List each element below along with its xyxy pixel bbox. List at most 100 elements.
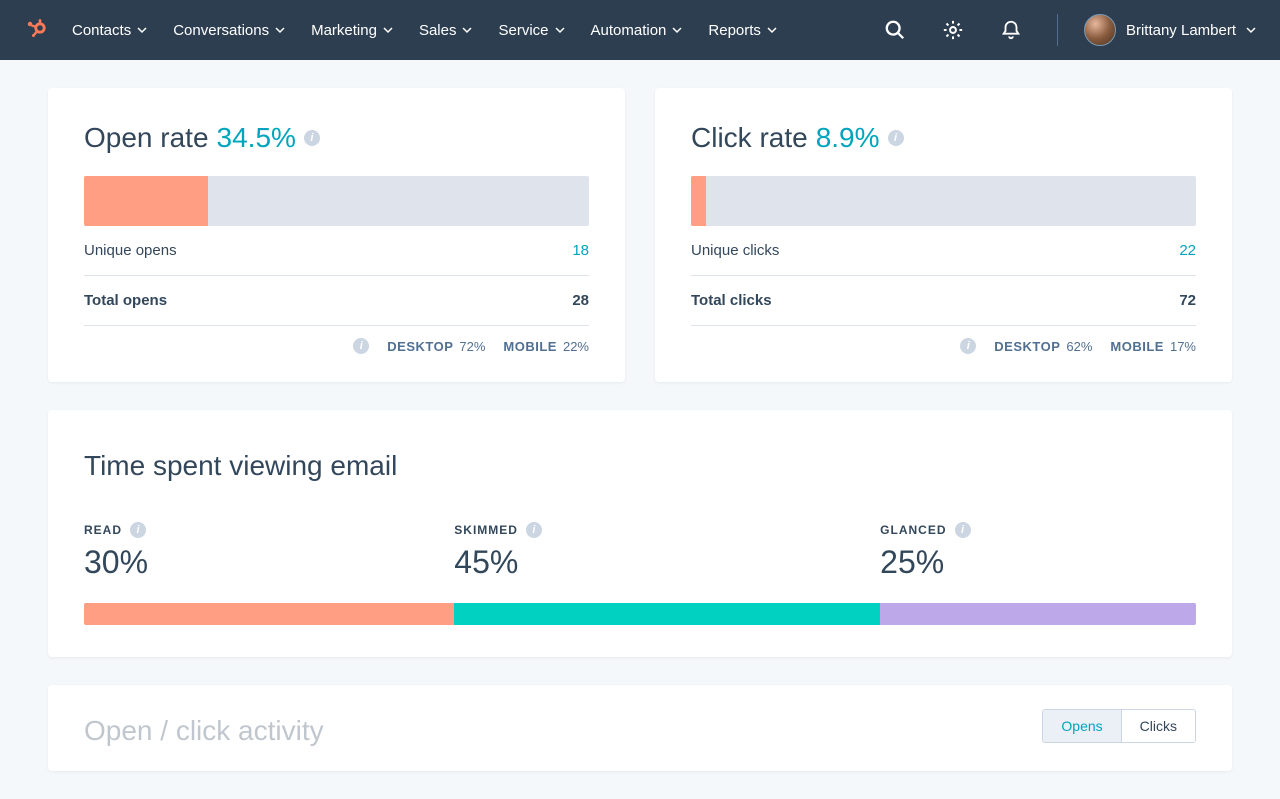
open-rate-title: Open rate 34.5% i [84,122,589,154]
mobile-group: MOBILE 22% [503,339,589,354]
chevron-down-icon [383,25,393,35]
open-rate-bar [84,176,589,226]
info-icon[interactable]: i [955,522,971,538]
read-value: 30% [84,544,454,581]
total-clicks-row: Total clicks 72 [691,276,1196,326]
total-clicks-value: 72 [1179,292,1196,309]
open-rate-label: Open rate [84,122,209,154]
open-rate-value: 34.5% [217,122,296,154]
time-spent-stacked-bar [84,603,1196,625]
nav-label: Reports [708,22,761,39]
nav-conversations[interactable]: Conversations [173,22,285,39]
desktop-value: 72% [459,339,485,354]
bar-glanced [880,603,1196,625]
desktop-group: DESKTOP 62% [994,339,1092,354]
user-name: Brittany Lambert [1126,22,1236,39]
mobile-group: MOBILE 17% [1110,339,1196,354]
click-rate-bar-fill [691,176,706,226]
glanced-label: GLANCED [880,523,946,537]
chevron-down-icon [137,25,147,35]
chevron-down-icon [275,25,285,35]
nav-marketing[interactable]: Marketing [311,22,393,39]
top-nav: Contacts Conversations Marketing Sales S… [0,0,1280,60]
read-label: READ [84,523,122,537]
chevron-down-icon [767,25,777,35]
hubspot-logo-icon[interactable] [24,18,48,42]
skimmed-value: 45% [454,544,880,581]
open-rate-device-row: i DESKTOP 72% MOBILE 22% [84,326,589,354]
info-icon[interactable]: i [130,522,146,538]
bar-skimmed [454,603,880,625]
nav-label: Sales [419,22,457,39]
search-icon[interactable] [875,10,915,50]
unique-opens-value[interactable]: 18 [572,242,589,259]
gear-icon[interactable] [933,10,973,50]
click-rate-value: 8.9% [816,122,880,154]
click-rate-bar [691,176,1196,226]
total-opens-label: Total opens [84,292,167,309]
desktop-label: DESKTOP [387,339,453,354]
nav-reports[interactable]: Reports [708,22,777,39]
nav-label: Conversations [173,22,269,39]
activity-card: Open / click activity Opens Clicks [48,685,1232,771]
mobile-value: 17% [1170,339,1196,354]
chevron-down-icon [672,25,682,35]
unique-opens-label: Unique opens [84,242,177,259]
unique-opens-row: Unique opens 18 [84,226,589,276]
nav-service[interactable]: Service [498,22,564,39]
info-icon[interactable]: i [353,338,369,354]
chevron-down-icon [555,25,565,35]
info-icon[interactable]: i [526,522,542,538]
nav-contacts[interactable]: Contacts [72,22,147,39]
nav-label: Marketing [311,22,377,39]
nav-label: Automation [591,22,667,39]
segment-read: READ i 30% [84,522,454,581]
nav-right-icons: Brittany Lambert [875,10,1256,50]
total-opens-row: Total opens 28 [84,276,589,326]
nav-label: Service [498,22,548,39]
glanced-value: 25% [880,544,1196,581]
nav-label: Contacts [72,22,131,39]
desktop-label: DESKTOP [994,339,1060,354]
mobile-label: MOBILE [503,339,557,354]
nav-sales[interactable]: Sales [419,22,473,39]
unique-clicks-row: Unique clicks 22 [691,226,1196,276]
time-spent-card: Time spent viewing email READ i 30% SKIM… [48,410,1232,657]
nav-divider [1057,14,1058,46]
nav-automation[interactable]: Automation [591,22,683,39]
click-rate-label: Click rate [691,122,808,154]
page-content: Open rate 34.5% i Unique opens 18 Total … [0,60,1280,799]
mobile-label: MOBILE [1110,339,1164,354]
bell-icon[interactable] [991,10,1031,50]
unique-clicks-label: Unique clicks [691,242,779,259]
chevron-down-icon [1246,25,1256,35]
segment-glanced: GLANCED i 25% [880,522,1196,581]
click-rate-card: Click rate 8.9% i Unique clicks 22 Total… [655,88,1232,382]
bar-read [84,603,454,625]
info-icon[interactable]: i [888,130,904,146]
total-clicks-label: Total clicks [691,292,772,309]
info-icon[interactable]: i [304,130,320,146]
toggle-clicks-button[interactable]: Clicks [1121,710,1195,742]
activity-title: Open / click activity [84,709,324,747]
chevron-down-icon [462,25,472,35]
click-rate-device-row: i DESKTOP 62% MOBILE 17% [691,326,1196,354]
total-opens-value: 28 [572,292,589,309]
skimmed-label: SKIMMED [454,523,518,537]
open-rate-bar-fill [84,176,208,226]
avatar [1084,14,1116,46]
time-spent-segments: READ i 30% SKIMMED i 45% GLANCED i 25% [84,522,1196,581]
segment-skimmed: SKIMMED i 45% [454,522,880,581]
desktop-group: DESKTOP 72% [387,339,485,354]
opens-clicks-toggle: Opens Clicks [1042,709,1196,743]
open-rate-card: Open rate 34.5% i Unique opens 18 Total … [48,88,625,382]
nav-items: Contacts Conversations Marketing Sales S… [72,22,777,39]
desktop-value: 62% [1066,339,1092,354]
mobile-value: 22% [563,339,589,354]
click-rate-title: Click rate 8.9% i [691,122,1196,154]
time-spent-title: Time spent viewing email [84,450,1196,482]
toggle-opens-button[interactable]: Opens [1043,710,1120,742]
unique-clicks-value[interactable]: 22 [1179,242,1196,259]
user-menu[interactable]: Brittany Lambert [1084,14,1256,46]
info-icon[interactable]: i [960,338,976,354]
